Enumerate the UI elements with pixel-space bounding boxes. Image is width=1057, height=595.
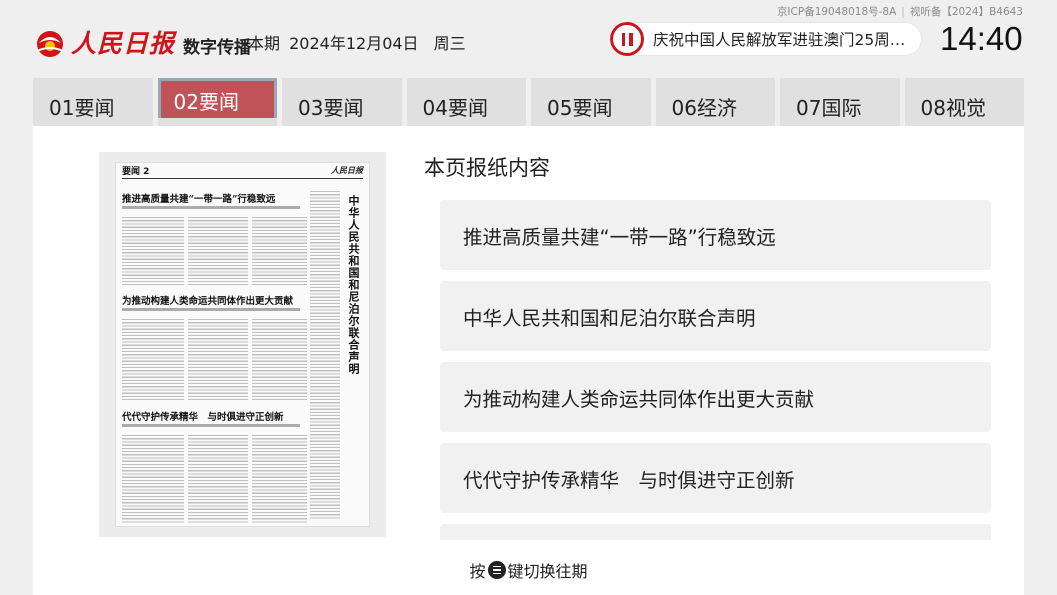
paper-text-block — [188, 433, 248, 523]
footer-hint: 按 键切换往期 — [33, 558, 1024, 582]
video-license: 视听备【2024】B4643 — [909, 6, 1023, 18]
tab-page-04[interactable]: 04要闻 — [406, 78, 526, 126]
paper-text-block — [122, 317, 184, 402]
paper-text-block — [188, 215, 248, 285]
brand-suffix: 数字传播 — [183, 37, 252, 58]
article-list[interactable]: 推进高质量共建“一带一路”行稳致远 中华人民共和国和尼泊尔联合声明 为推动构建人… — [440, 200, 991, 540]
pause-icon[interactable] — [610, 22, 644, 56]
tab-page-05[interactable]: 05要闻 — [531, 78, 651, 126]
content-title: 本页报纸内容 — [424, 156, 550, 180]
issue-weekday: 周三 — [433, 34, 466, 53]
divider: | — [901, 6, 905, 18]
license-info: 京ICP备19048018号-8A | 视听备【2024】B4643 — [777, 4, 1023, 19]
paper-subline — [122, 424, 300, 427]
article-item[interactable]: 为推动构建人类命运共同体作出更大贡献 — [440, 362, 991, 432]
footer-prefix: 按 — [469, 562, 486, 581]
paper-vertical-headline: 中华人民共和国和尼泊尔联合声明 — [347, 195, 360, 375]
paper-headline-3: 代代守护传承精华 与时俱进守正创新 — [122, 412, 284, 423]
issue-info: 本期 2024年12月04日 周三 — [248, 30, 466, 54]
newspaper-page[interactable]: 要闻 2 人民日报 推进高质量共建“一带一路”行稳致远 为推动构建人类命运共同体… — [115, 162, 370, 527]
paper-headline-2: 为推动构建人类命运共同体作出更大贡献 — [122, 296, 294, 307]
article-item[interactable]: 代代守护传承精华 与时俱进守正创新 — [440, 443, 991, 513]
paper-section-label: 要闻 2 — [122, 167, 150, 177]
tab-page-02[interactable]: 02要闻 — [157, 78, 277, 126]
paper-text-block — [252, 317, 307, 402]
paper-text-block — [188, 317, 248, 402]
tab-page-08[interactable]: 08视觉 — [904, 78, 1024, 126]
tab-page-07[interactable]: 07国际 — [780, 78, 900, 126]
paper-subline — [122, 308, 300, 311]
icp-number: 京ICP备19048018号-8A — [776, 6, 897, 18]
paper-text-block — [252, 433, 307, 523]
paper-masthead: 要闻 2 人民日报 — [122, 163, 363, 179]
news-ticker[interactable]: 庆祝中国人民解放军进驻澳门25周年... — [610, 22, 922, 56]
main-panel: 要闻 2 人民日报 推进高质量共建“一带一路”行稳致远 为推动构建人类命运共同体… — [33, 126, 1024, 595]
paper-text-block — [310, 189, 340, 519]
paper-text-block — [122, 433, 184, 523]
issue-label: 本期 — [248, 34, 281, 53]
clock: 14:40 — [940, 20, 1023, 57]
paper-text-block — [122, 215, 184, 285]
menu-key-icon — [487, 561, 506, 579]
footer-suffix: 键切换往期 — [507, 562, 588, 581]
paper-body: 推进高质量共建“一带一路”行稳致远 为推动构建人类命运共同体作出更大贡献 代代守… — [122, 185, 363, 523]
newspaper-thumbnail[interactable]: 要闻 2 人民日报 推进高质量共建“一带一路”行稳致远 为推动构建人类命运共同体… — [99, 152, 386, 537]
article-item[interactable]: 推进高质量共建“一带一路”行稳致远 — [440, 200, 991, 270]
tab-page-06[interactable]: 06经济 — [655, 78, 775, 126]
ticker-text[interactable]: 庆祝中国人民解放军进驻澳门25周年... — [653, 28, 915, 50]
app-logo: 人民日报 数字传播 — [33, 24, 251, 60]
tab-page-03[interactable]: 03要闻 — [282, 78, 402, 126]
people-daily-emblem-icon — [33, 25, 67, 59]
article-item[interactable] — [440, 524, 991, 540]
page-tabs: 01要闻 02要闻 03要闻 04要闻 05要闻 06经济 07国际 08视觉 — [33, 78, 1024, 126]
paper-brand: 人民日报 — [331, 165, 363, 175]
paper-headline-1: 推进高质量共建“一带一路”行稳致远 — [122, 194, 276, 205]
paper-text-block — [252, 215, 307, 285]
article-item[interactable]: 中华人民共和国和尼泊尔联合声明 — [440, 281, 991, 351]
brand-name: 人民日报 — [71, 29, 176, 58]
issue-date: 2024年12月04日 — [289, 34, 419, 53]
tab-page-01[interactable]: 01要闻 — [33, 78, 153, 126]
paper-subline — [122, 206, 300, 209]
